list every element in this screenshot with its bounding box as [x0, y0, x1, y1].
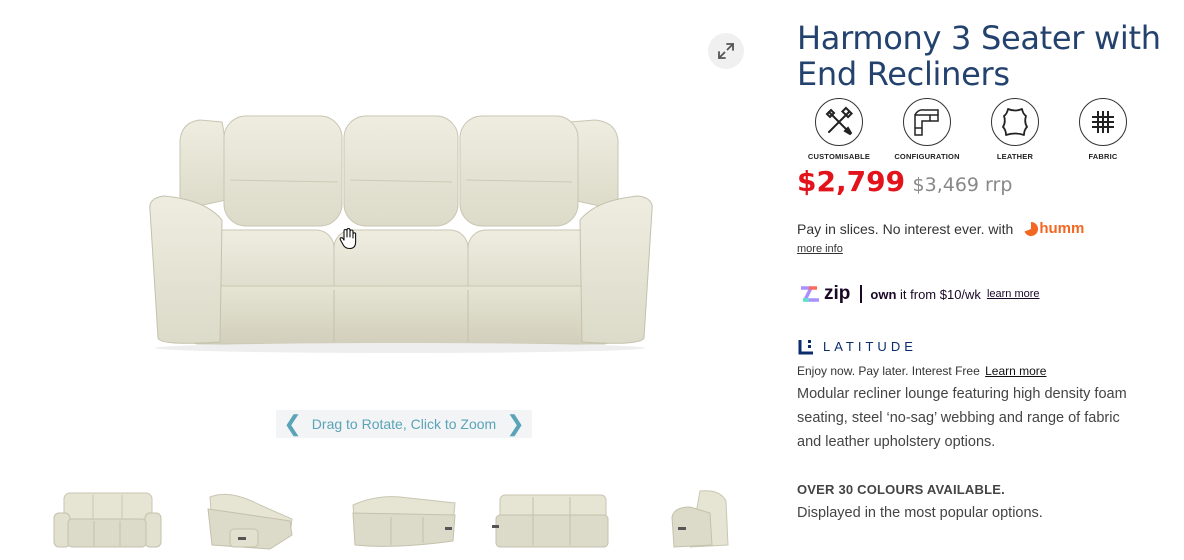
- zip-logo-icon: [801, 286, 819, 302]
- zip-learn-more-link[interactable]: learn more: [987, 288, 1040, 300]
- colours-note: Displayed in the most popular options.: [797, 505, 1043, 521]
- price-row: $2,799 $3,469 rrp: [797, 165, 1012, 198]
- latitude-learn-more-link[interactable]: Learn more: [985, 364, 1046, 378]
- zip-row: zip own it from $10/wk learn more: [799, 283, 1040, 305]
- expand-button[interactable]: [708, 33, 744, 69]
- sofa-main-image[interactable]: [140, 110, 660, 355]
- product-description: Modular recliner lounge featuring high d…: [797, 386, 1127, 450]
- thumbnail-sofa-front[interactable]: [50, 478, 165, 558]
- thumbnail-sofa-back[interactable]: [488, 478, 613, 558]
- humm-more-info-link[interactable]: more info: [797, 243, 843, 255]
- humm-logo[interactable]: humm: [1023, 220, 1084, 237]
- chevron-left-icon[interactable]: ❮: [283, 413, 301, 435]
- leather-hide-icon: [1002, 108, 1028, 136]
- latitude-line: Enjoy now. Pay later. Interest Free Lear…: [797, 364, 1047, 378]
- product-viewer[interactable]: ❮ Drag to Rotate, Click to Zoom ❯: [0, 0, 770, 550]
- humm-logo-text: humm: [1039, 220, 1085, 237]
- humm-row: Pay in slices. No interest ever. with hu…: [797, 220, 1084, 237]
- thumbnail-sofa-back-angle[interactable]: [345, 478, 460, 558]
- sale-price: $2,799: [797, 165, 906, 198]
- humm-text: Pay in slices. No interest ever. with: [797, 220, 1014, 237]
- feature-configuration[interactable]: CONFIGURATION: [885, 98, 969, 161]
- latitude-logo-text: LATITUDE: [823, 339, 917, 354]
- hand-cursor-icon: [339, 228, 357, 250]
- rotate-hint-label: Drag to Rotate, Click to Zoom: [311, 416, 497, 432]
- colours-heading: OVER 30 COLOURS AVAILABLE.: [797, 482, 1005, 497]
- zip-divider: [860, 285, 863, 303]
- feature-label: CUSTOMISABLE: [807, 152, 871, 161]
- humm-slice-icon: [1024, 221, 1039, 236]
- feature-customisable[interactable]: CUSTOMISABLE: [797, 98, 881, 161]
- latitude-logo-icon: [798, 340, 813, 355]
- feature-icons: CUSTOMISABLE CONFIGURATION LEATHER FABRI…: [805, 98, 1145, 164]
- latitude-logo[interactable]: LATITUDE: [798, 338, 917, 355]
- tools-icon: [825, 106, 854, 136]
- rotate-hint[interactable]: ❮ Drag to Rotate, Click to Zoom ❯: [276, 410, 532, 438]
- feature-leather[interactable]: LEATHER: [973, 98, 1057, 161]
- expand-icon: [718, 43, 734, 59]
- feature-label: LEATHER: [996, 152, 1034, 161]
- feature-label: FABRIC: [1088, 152, 1118, 161]
- feature-label: CONFIGURATION: [894, 152, 960, 161]
- thumbnail-sofa-angle-left[interactable]: [200, 478, 300, 558]
- zip-logo-text[interactable]: zip: [824, 283, 850, 305]
- rrp-price: $3,469 rrp: [912, 174, 1013, 196]
- thumbnail-sofa-side[interactable]: [660, 478, 740, 558]
- thumbnail-strip: [0, 478, 770, 558]
- corner-sofa-icon: [914, 109, 939, 136]
- chevron-right-icon[interactable]: ❯: [506, 413, 524, 435]
- feature-fabric[interactable]: FABRIC: [1061, 98, 1145, 161]
- product-title: Harmony 3 Seater with End Recliners: [797, 19, 1161, 93]
- fabric-weave-icon: [1092, 111, 1114, 133]
- zip-own-text: own it from $10/wk: [870, 286, 981, 302]
